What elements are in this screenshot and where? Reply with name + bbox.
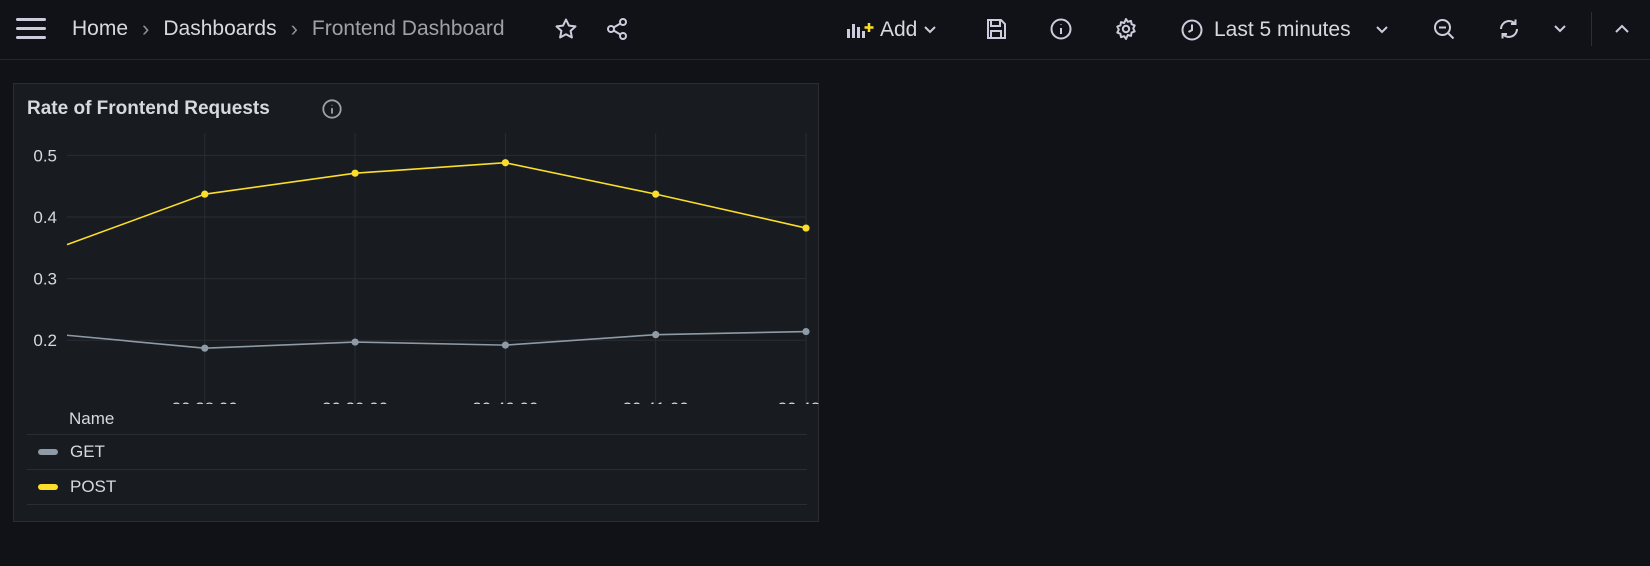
breadcrumb-dashboards[interactable]: Dashboards <box>163 17 276 41</box>
refresh-interval-chevron-down-icon[interactable] <box>1545 14 1575 44</box>
data-point-post <box>201 190 209 198</box>
dashboard-panel[interactable]: Rate of Frontend Requests 0.50.40.30.220… <box>13 83 820 522</box>
breadcrumb-home[interactable]: Home <box>72 17 128 41</box>
data-point-get <box>201 344 209 352</box>
zoom-out-icon[interactable] <box>1429 14 1459 44</box>
breadcrumb: Home › Dashboards › Frontend Dashboard <box>72 16 505 42</box>
refresh-icon[interactable] <box>1494 14 1524 44</box>
add-button[interactable]: Add <box>846 14 937 46</box>
data-point-post <box>351 169 359 177</box>
top-navigation-bar: Home › Dashboards › Frontend Dashboard A… <box>0 0 1650 60</box>
legend-swatch <box>38 449 58 455</box>
chevron-down-icon <box>924 26 937 34</box>
menu-icon[interactable] <box>16 18 46 40</box>
breadcrumb-separator-icon: › <box>142 16 150 41</box>
y-tick-label: 0.2 <box>33 331 57 350</box>
save-icon[interactable] <box>981 14 1011 44</box>
toolbar-divider <box>1591 12 1592 46</box>
time-range-label: Last 5 minutes <box>1214 18 1351 41</box>
legend-item-post[interactable]: POST <box>27 469 807 505</box>
chevron-up-icon[interactable] <box>1607 14 1637 44</box>
chevron-down-icon <box>1375 26 1388 34</box>
data-point-get <box>652 331 660 339</box>
add-label: Add <box>880 18 918 41</box>
time-range-picker[interactable]: Last 5 minutes <box>1180 14 1389 46</box>
y-tick-label: 0.4 <box>33 208 57 227</box>
star-icon[interactable] <box>551 14 581 44</box>
share-icon[interactable] <box>602 14 632 44</box>
legend-item-get[interactable]: GET <box>27 434 807 469</box>
data-point-get <box>802 327 810 336</box>
data-point-post <box>802 224 810 232</box>
legend-label: POST <box>70 477 117 496</box>
panel-info-icon[interactable] <box>321 98 343 125</box>
add-panel-icon <box>847 23 874 38</box>
chart-legend: Name GET POST <box>27 404 807 505</box>
breadcrumb-separator-icon: › <box>290 16 298 41</box>
data-point-post <box>652 190 660 198</box>
time-series-chart: 0.50.40.30.220:38:0020:39:0020:40:0020:4… <box>33 133 820 404</box>
gear-icon[interactable] <box>1111 14 1141 44</box>
data-point-get <box>501 341 509 349</box>
legend-swatch <box>38 484 58 490</box>
data-point-get <box>351 338 359 346</box>
series-line-post <box>66 161 807 246</box>
data-point-post <box>501 159 509 167</box>
clock-icon <box>1181 19 1203 41</box>
y-tick-label: 0.3 <box>33 270 57 289</box>
legend-header: Name <box>69 409 115 428</box>
breadcrumb-current: Frontend Dashboard <box>311 17 505 40</box>
legend-label: GET <box>70 442 105 461</box>
y-tick-label: 0.5 <box>33 146 57 165</box>
info-icon[interactable] <box>1046 14 1076 44</box>
panel-title[interactable]: Rate of Frontend Requests <box>27 98 270 120</box>
